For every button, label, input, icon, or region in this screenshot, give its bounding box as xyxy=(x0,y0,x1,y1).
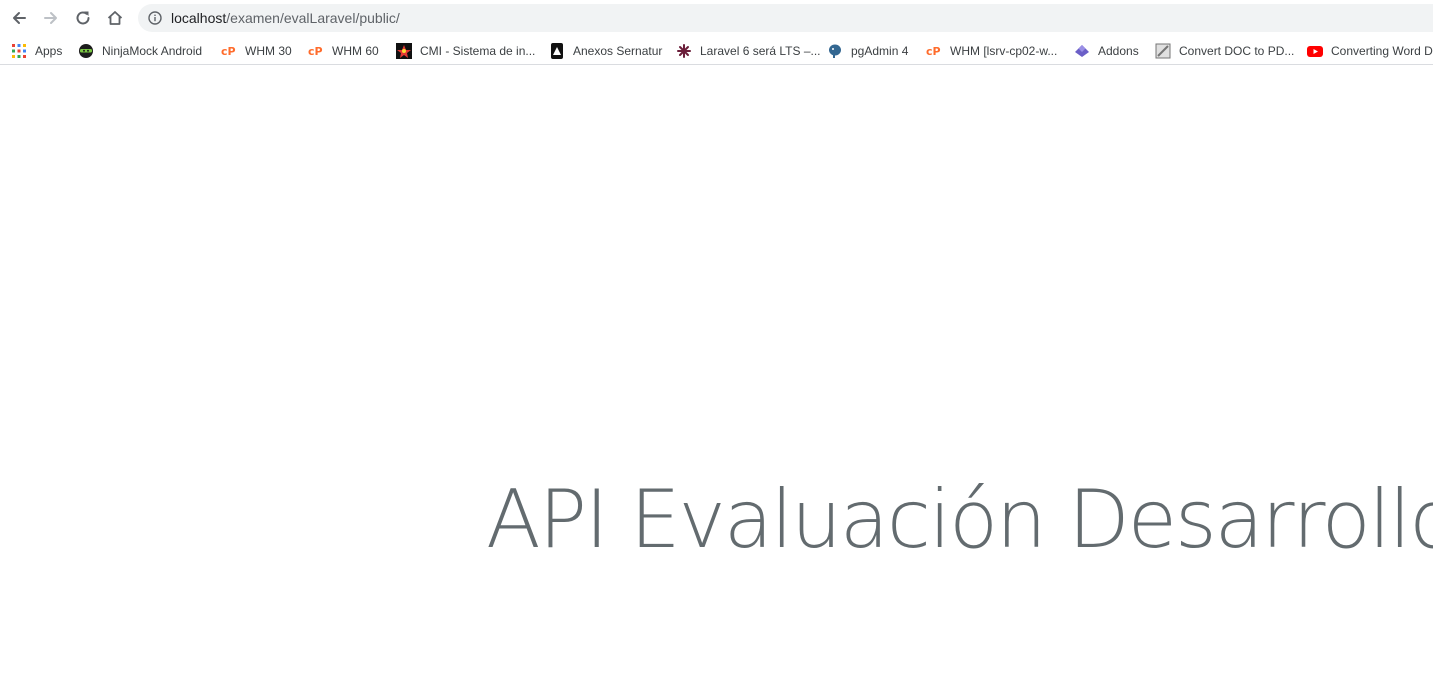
apps-grid-icon xyxy=(11,43,27,59)
bookmark-label: Convert DOC to PD... xyxy=(1179,44,1295,58)
laravel-icon xyxy=(676,43,692,59)
info-icon[interactable] xyxy=(148,11,162,25)
bookmark-laravel[interactable]: Laravel 6 será LTS –... xyxy=(676,41,821,61)
url-host: localhost xyxy=(171,10,227,26)
bookmark-pgadmin[interactable]: pgAdmin 4 xyxy=(827,41,908,61)
bookmark-whm-lsrv[interactable]: cP WHM [lsrv-cp02-w... xyxy=(926,41,1057,61)
browser-toolbar: localhost/examen/evalLaravel/public/ xyxy=(0,0,1433,36)
reload-icon xyxy=(76,11,90,25)
page-title: API Evaluación Desarrollo xyxy=(486,473,1433,566)
cpanel-icon: cP xyxy=(308,43,324,59)
url-path: /examen/evalLaravel/public/ xyxy=(226,10,400,26)
bookmark-addons[interactable]: Addons xyxy=(1074,41,1139,61)
bookmark-label: CMI - Sistema de in... xyxy=(420,44,536,58)
svg-text:cP: cP xyxy=(308,45,323,58)
cpanel-icon: cP xyxy=(221,43,237,59)
bookmark-apps[interactable]: Apps xyxy=(11,41,62,61)
forward-button[interactable] xyxy=(38,5,64,31)
cmi-icon xyxy=(396,43,412,59)
bookmark-ninjamock[interactable]: NinjaMock Android xyxy=(78,41,202,61)
bookmark-convert-doc[interactable]: Convert DOC to PD... xyxy=(1155,41,1294,61)
arrow-right-icon xyxy=(44,12,57,24)
home-button[interactable] xyxy=(102,5,128,31)
bookmark-label: WHM 60 xyxy=(332,44,379,58)
bookmark-label: Converting Word D xyxy=(1331,44,1433,58)
arrow-left-icon xyxy=(13,12,26,24)
bookmark-label: Apps xyxy=(35,44,63,58)
bookmark-converting-word[interactable]: Converting Word D xyxy=(1307,41,1433,61)
bookmark-label: Anexos Sernatur xyxy=(573,44,663,58)
home-icon xyxy=(107,11,123,25)
bookmark-label: WHM 30 xyxy=(245,44,292,58)
bookmarks-bar: Apps NinjaMock Android cP WHM 30 cP WHM … xyxy=(0,37,1433,65)
pgadmin-icon xyxy=(827,43,843,59)
bookmark-label: WHM [lsrv-cp02-w... xyxy=(950,44,1058,58)
convert-doc-icon xyxy=(1155,43,1171,59)
bookmark-sernatur[interactable]: Anexos Sernatur xyxy=(549,41,662,61)
youtube-icon xyxy=(1307,43,1323,59)
bookmark-label: NinjaMock Android xyxy=(102,44,203,58)
svg-text:cP: cP xyxy=(221,45,236,58)
cpanel-icon: cP xyxy=(926,43,942,59)
bookmark-whm60[interactable]: cP WHM 60 xyxy=(308,41,379,61)
address-bar[interactable]: localhost/examen/evalLaravel/public/ xyxy=(138,4,1433,32)
ninjamock-icon xyxy=(78,43,94,59)
bookmark-cmi[interactable]: CMI - Sistema de in... xyxy=(396,41,535,61)
bookmark-label: Addons xyxy=(1098,44,1139,58)
url-text[interactable]: localhost/examen/evalLaravel/public/ xyxy=(171,10,400,26)
bookmark-whm30[interactable]: cP WHM 30 xyxy=(221,41,292,61)
svg-text:cP: cP xyxy=(926,45,941,58)
reload-button[interactable] xyxy=(70,5,96,31)
back-button[interactable] xyxy=(6,5,32,31)
sernatur-icon xyxy=(549,43,565,59)
bookmark-label: pgAdmin 4 xyxy=(851,44,909,58)
bookmark-label: Laravel 6 será LTS –... xyxy=(700,44,821,58)
addons-icon xyxy=(1074,43,1090,59)
